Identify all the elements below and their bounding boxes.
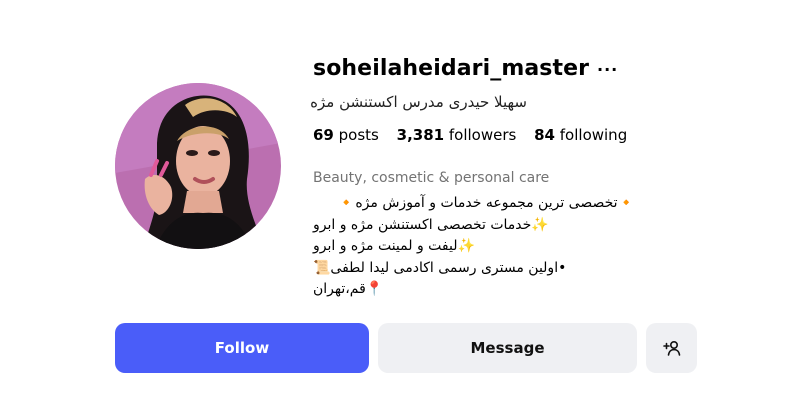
bio-line: 📍قم،تهران (313, 281, 384, 298)
more-options-icon[interactable]: ··· (597, 60, 618, 79)
posts-stat[interactable]: 69 posts (313, 126, 379, 144)
followers-label: followers (448, 126, 517, 144)
followers-count: 3,381 (396, 126, 445, 144)
following-stat[interactable]: 84 following (534, 126, 627, 144)
bio-line: ✨خدمات تخصصی اکستنشن مژه و ابرو (313, 216, 549, 233)
profile-stats: 69 posts 3,381 followers 84 following (313, 126, 640, 144)
profile-bio: 🔸تخصصی ترین مجموعه خدمات و آموزش مژه🔸 ✨خ… (313, 193, 635, 301)
profile-avatar[interactable] (115, 83, 281, 249)
add-person-icon (662, 340, 681, 356)
following-label: following (559, 126, 628, 144)
posts-count: 69 (313, 126, 334, 144)
message-button[interactable]: Message (378, 323, 637, 373)
suggest-accounts-button[interactable] (646, 323, 697, 373)
follow-button[interactable]: Follow (115, 323, 369, 373)
followers-stat[interactable]: 3,381 followers (397, 126, 517, 144)
bio-line: ✨لیفت و لمینت مژه و ابرو (313, 238, 475, 255)
following-count: 84 (534, 126, 555, 144)
profile-username: soheilaheidari_master (313, 56, 590, 81)
profile-full-name: سهیلا حیدری مدرس اکستنشن مژه (310, 93, 527, 111)
posts-label: posts (338, 126, 379, 144)
bio-line: •اولین مستری رسمی اکادمی لیدا لطفی📜 (313, 259, 567, 276)
bio-line: 🔸تخصصی ترین مجموعه خدمات و آموزش مژه🔸 (337, 195, 635, 211)
profile-category: Beauty, cosmetic & personal care (313, 170, 550, 186)
